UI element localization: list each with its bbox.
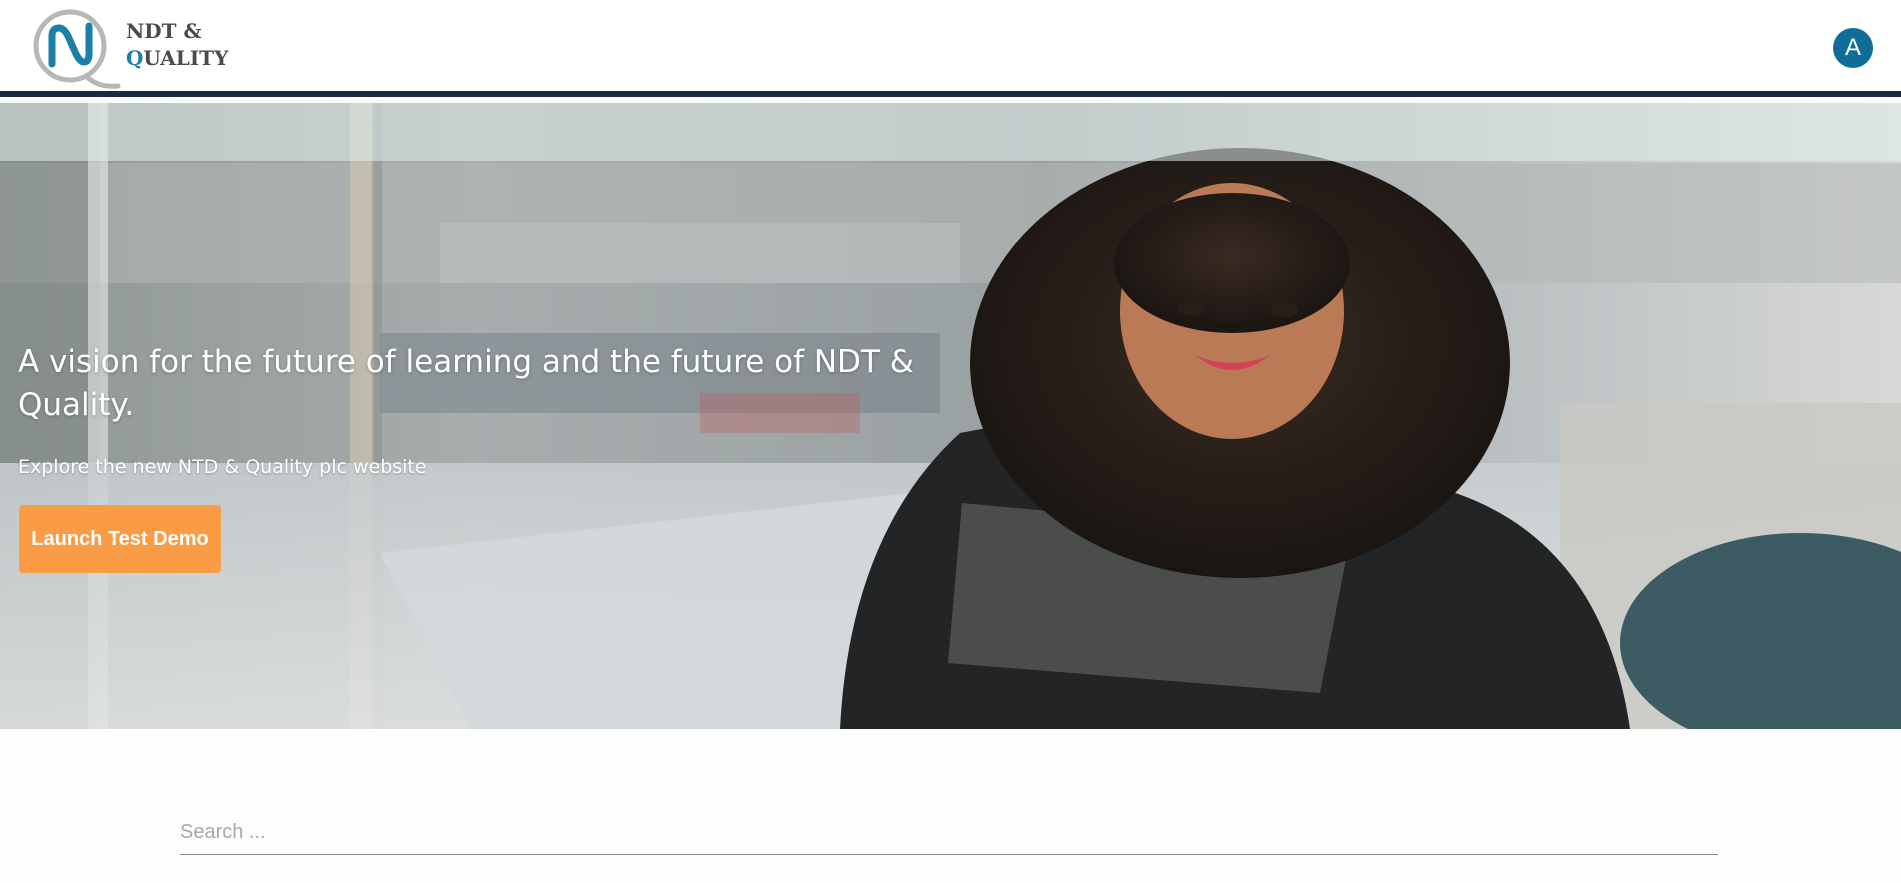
hero-subheadline: Explore the new NTD & Quality plc websit… — [18, 456, 427, 478]
logo-q-letter: Q — [126, 46, 144, 70]
logo-line-2: QUALITY — [126, 45, 228, 72]
logo-wordmark: NDT & QUALITY — [126, 18, 228, 72]
logo-line-2-rest: UALITY — [143, 46, 229, 70]
launch-test-demo-button[interactable]: Launch Test Demo — [19, 505, 221, 573]
search-bar — [180, 810, 1718, 855]
hero-banner: A vision for the future of learning and … — [0, 103, 1901, 729]
nq-monogram-icon — [33, 9, 121, 89]
hero-top-band — [0, 103, 1901, 161]
site-header: NDT & QUALITY A — [0, 0, 1901, 97]
site-logo[interactable]: NDT & QUALITY — [28, 6, 228, 92]
hero-headline: A vision for the future of learning and … — [18, 344, 914, 423]
logo-line-1: NDT & — [126, 19, 202, 43]
search-input[interactable] — [180, 810, 1718, 854]
user-avatar-button[interactable]: A — [1833, 28, 1873, 68]
